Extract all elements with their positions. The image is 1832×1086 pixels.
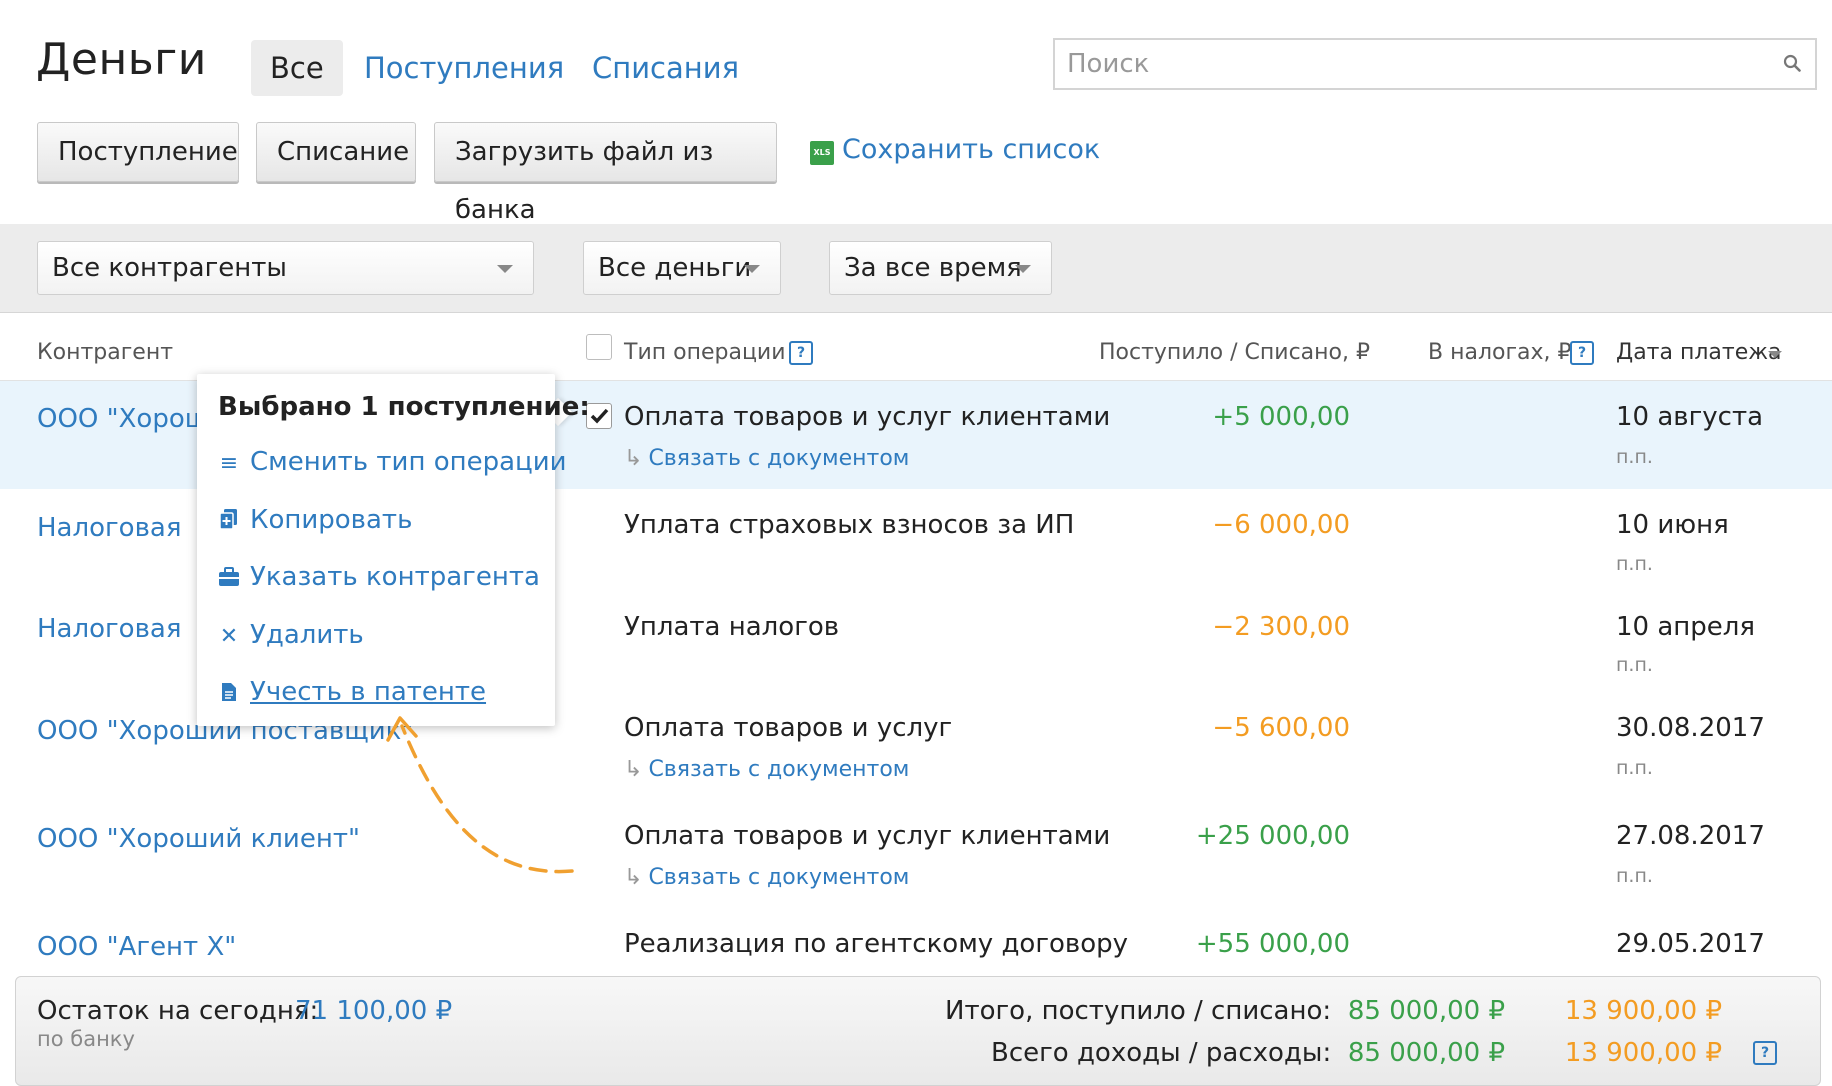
document-icon — [218, 681, 240, 706]
row-payment-order[interactable]: п.п. — [1616, 446, 1653, 468]
briefcase-icon — [218, 566, 240, 591]
search-box — [1053, 38, 1817, 90]
return-arrow-icon: ↳ — [624, 446, 643, 471]
all-income: 85 000,00 ₽ — [1347, 1038, 1505, 1068]
link-to-document[interactable]: ↳ Связать с документом — [624, 446, 909, 471]
chevron-down-icon — [744, 265, 760, 273]
tab-all[interactable]: Все — [251, 40, 343, 96]
menu-item-label: Сменить тип операции — [250, 447, 567, 477]
menu-item-label: Удалить — [250, 620, 364, 650]
return-arrow-icon: ↳ — [624, 757, 643, 782]
search-input[interactable] — [1055, 40, 1779, 88]
copy-icon — [218, 508, 240, 534]
row-partner-link[interactable]: ООО "Агент Х" — [37, 932, 236, 962]
row-operation-type: Уплата страховых взносов за ИП — [624, 510, 1075, 540]
menu-item-copy[interactable]: Копировать — [218, 505, 412, 535]
money-filter-select[interactable]: Все деньги — [583, 241, 781, 295]
row-amount: −5 600,00 — [1212, 713, 1350, 743]
selection-actions-popup — [197, 374, 555, 726]
chevron-down-icon — [497, 265, 513, 273]
link-to-document-label: Связать с документом — [648, 757, 910, 782]
period-filter-value: За все время — [844, 253, 1022, 283]
column-header-amount: Поступило / Списано, ₽ — [1099, 340, 1370, 365]
partner-filter-select[interactable]: Все контрагенты — [37, 241, 534, 295]
add-expense-button[interactable]: Списание — [256, 122, 416, 182]
row-amount: −6 000,00 — [1212, 510, 1350, 540]
total-label: Итого, поступило / списано: — [945, 996, 1332, 1026]
link-to-document-label: Связать с документом — [648, 446, 910, 471]
column-header-date[interactable]: Дата платежа — [1616, 340, 1782, 365]
link-to-document[interactable]: ↳ Связать с документом — [624, 865, 909, 890]
help-icon[interactable]: ? — [1753, 1041, 1777, 1065]
popup-title: Выбрано 1 поступление: — [218, 392, 590, 422]
upload-bank-file-button[interactable]: Загрузить файл из банка — [434, 122, 777, 225]
tab-expense[interactable]: Списания — [573, 40, 758, 96]
row-checkbox-checked[interactable] — [586, 403, 612, 429]
row-date: 30.08.2017 — [1616, 713, 1765, 743]
money-filter-value: Все деньги — [598, 253, 752, 283]
column-header-taxes: В налогах, ₽ — [1428, 340, 1572, 365]
row-date: 29.05.2017 — [1616, 929, 1765, 959]
row-amount: +25 000,00 — [1195, 821, 1350, 851]
row-partner-link[interactable]: ООО "Хороший клиент" — [37, 824, 360, 854]
row-payment-order[interactable]: п.п. — [1616, 865, 1653, 887]
menu-item-label: Копировать — [250, 505, 413, 535]
all-expense: 13 900,00 ₽ — [1564, 1038, 1722, 1068]
link-to-document[interactable]: ↳ Связать с документом — [624, 757, 909, 782]
row-amount: −2 300,00 — [1212, 612, 1350, 642]
add-income-button[interactable]: Поступление — [37, 122, 239, 182]
balance-sub: по банку — [37, 1027, 135, 1051]
row-date: 10 августа — [1616, 402, 1764, 432]
menu-item-account-in-patent[interactable]: Учесть в патенте — [218, 677, 486, 707]
balance-value[interactable]: 71 100,00 ₽ — [295, 996, 452, 1026]
help-icon[interactable]: ? — [789, 341, 813, 365]
summary-footer — [15, 976, 1821, 1086]
column-header-partner: Контрагент — [37, 340, 174, 365]
close-icon: ✕ — [219, 624, 239, 649]
row-payment-order[interactable]: п.п. — [1616, 553, 1653, 575]
link-to-document-label: Связать с документом — [648, 865, 910, 890]
select-all-checkbox[interactable] — [586, 334, 612, 360]
menu-item-change-type[interactable]: ≡ Сменить тип операции — [218, 447, 567, 477]
row-date: 27.08.2017 — [1616, 821, 1765, 851]
sort-desc-icon[interactable] — [1768, 351, 1782, 358]
row-payment-order[interactable]: п.п. — [1616, 757, 1653, 779]
tab-income[interactable]: Поступления — [345, 40, 583, 96]
row-operation-type: Оплата товаров и услуг клиентами — [624, 402, 1111, 432]
help-icon[interactable]: ? — [1570, 341, 1594, 365]
row-operation-type: Оплата товаров и услуг клиентами — [624, 821, 1111, 851]
total-expense: 13 900,00 ₽ — [1564, 996, 1722, 1026]
row-operation-type: Оплата товаров и услуг — [624, 713, 953, 743]
menu-item-label: Указать контрагента — [250, 562, 540, 592]
row-operation-type: Уплата налогов — [624, 612, 840, 642]
column-header-type: Тип операции — [624, 340, 786, 365]
save-list-link[interactable]: Сохранить список — [842, 134, 1100, 165]
page-title: Деньги — [36, 34, 207, 85]
chevron-down-icon — [1015, 265, 1031, 273]
total-income: 85 000,00 ₽ — [1347, 996, 1505, 1026]
search-icon[interactable] — [1783, 54, 1801, 72]
row-payment-order[interactable]: п.п. — [1616, 654, 1653, 676]
return-arrow-icon: ↳ — [624, 865, 643, 890]
checkmark-icon — [590, 408, 609, 424]
row-amount: +55 000,00 — [1195, 929, 1350, 959]
balance-label: Остаток на сегодня: — [37, 996, 319, 1026]
row-partner-link[interactable]: Налоговая — [37, 614, 181, 644]
period-filter-select[interactable]: За все время — [829, 241, 1052, 295]
row-partner-link[interactable]: Налоговая — [37, 513, 181, 543]
row-date: 10 апреля — [1616, 612, 1756, 642]
menu-item-delete[interactable]: ✕ Удалить — [218, 620, 364, 650]
menu-item-set-partner[interactable]: Указать контрагента — [218, 562, 540, 592]
row-amount: +5 000,00 — [1212, 402, 1350, 432]
all-label: Всего доходы / расходы: — [991, 1038, 1332, 1068]
menu-item-label: Учесть в патенте — [250, 677, 487, 707]
row-date: 10 июня — [1616, 510, 1729, 540]
list-icon: ≡ — [219, 451, 239, 476]
row-operation-type: Реализация по агентскому договору — [624, 929, 1129, 959]
xls-file-icon: XLS — [810, 141, 834, 165]
annotation-arrow — [386, 716, 574, 874]
partner-filter-value: Все контрагенты — [52, 253, 287, 283]
